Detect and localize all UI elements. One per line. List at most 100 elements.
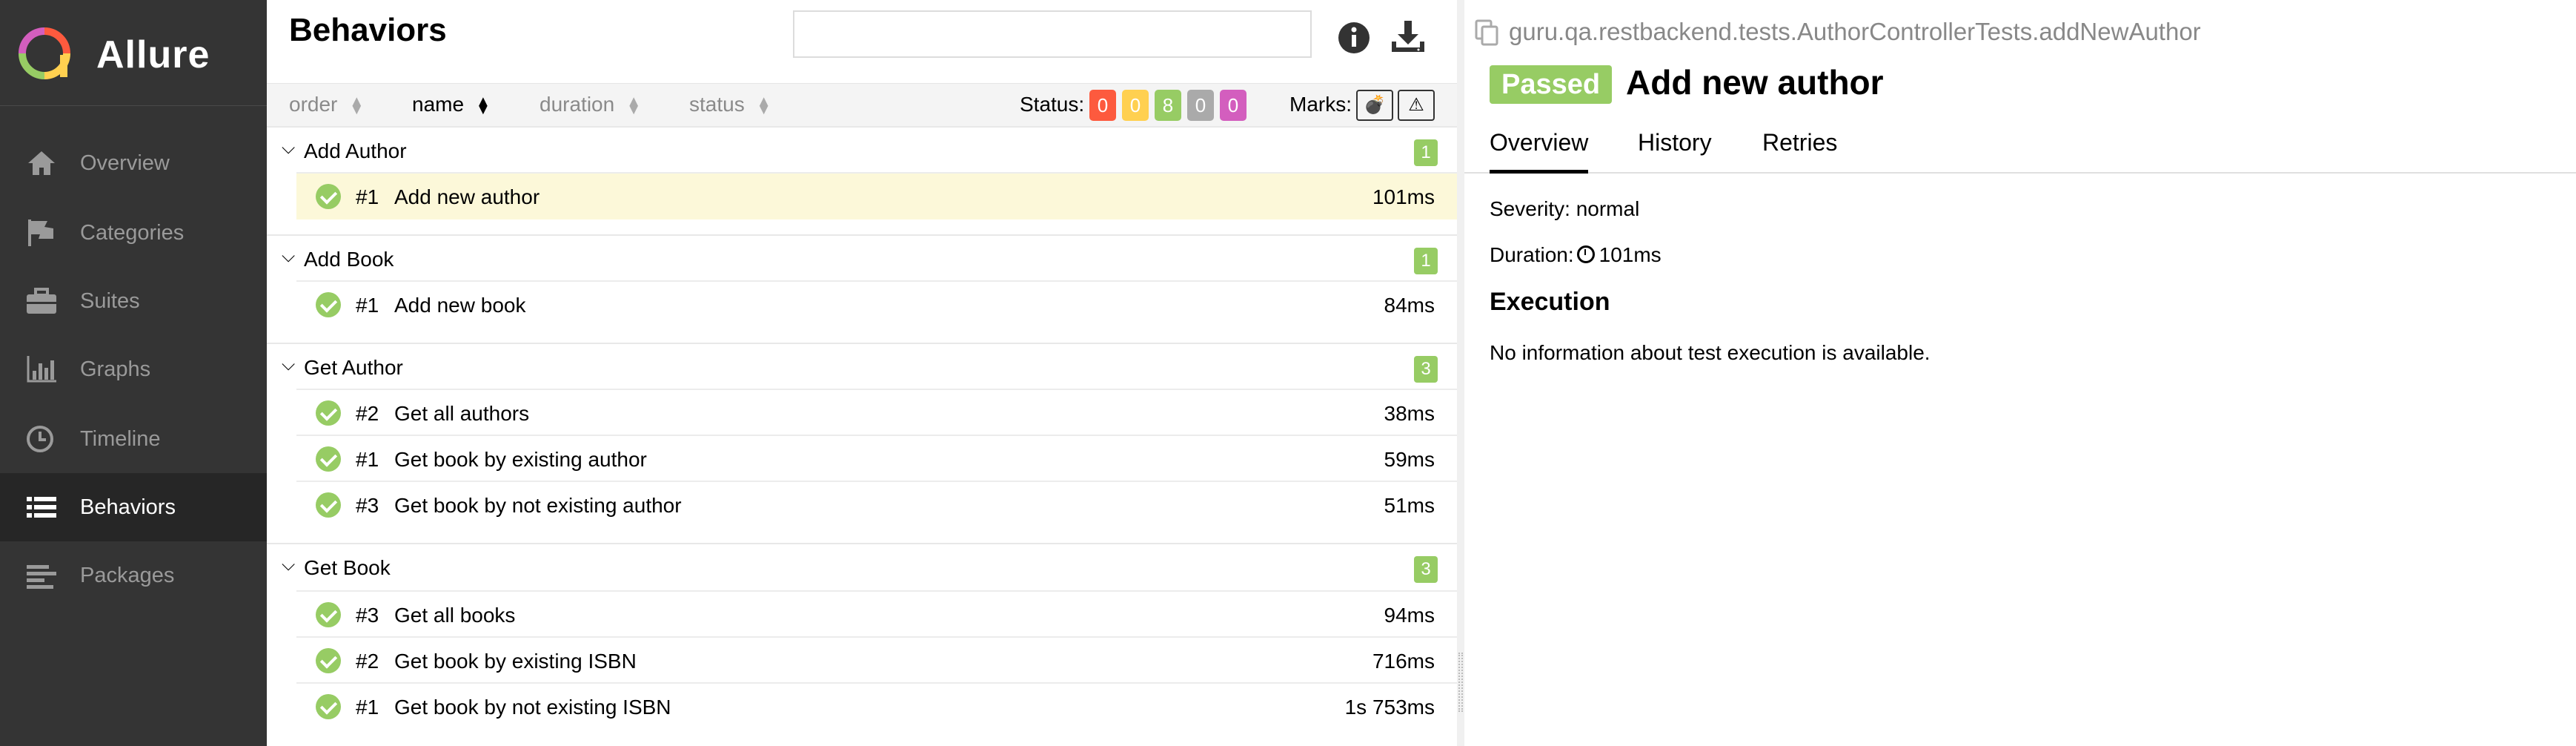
splitter-grip-icon[interactable] (1458, 653, 1463, 712)
brand-name: Allure (96, 33, 210, 76)
passed-icon (316, 292, 341, 317)
clock-icon (1576, 245, 1595, 263)
tab-overview[interactable]: Overview (1490, 129, 1589, 174)
tab-retries[interactable]: Retries (1762, 129, 1837, 170)
group-header[interactable]: ⌵ Add Author 1 (267, 126, 1457, 174)
test-name: Get book by not existing author (394, 494, 682, 517)
test-name: Add new book (394, 294, 526, 317)
chevron-down-icon: ⌵ (282, 555, 296, 575)
status-badge: Passed (1490, 65, 1613, 104)
test-order: #2 (356, 402, 379, 425)
sidebar: Allure Overview Categories Suites Graphs… (0, 0, 271, 746)
sort-by-duration[interactable]: duration ▲ ▼ (540, 93, 641, 118)
test-row[interactable]: #2 Get all authors 38ms (296, 389, 1457, 436)
chevron-down-icon: ⌵ (282, 246, 296, 266)
chevron-down-icon: ⌵ (282, 138, 296, 158)
sort-icon: ▲ ▼ (476, 93, 491, 118)
test-row[interactable]: #3 Get book by not existing author 51ms (296, 481, 1457, 528)
test-order: #1 (356, 448, 379, 471)
behaviors-pane: Behaviors order ▲ ▼ name ▲ ▼ duration ▲ ▼ stat… (267, 0, 1457, 746)
test-order: #2 (356, 650, 379, 673)
group-header[interactable]: ⌵ Get Author 3 (267, 343, 1457, 390)
test-duration: 716ms (1372, 650, 1435, 673)
download-icon[interactable] (1389, 18, 1427, 56)
search-input[interactable] (793, 10, 1312, 58)
detail-tabs: Overview History Retries (1464, 123, 2576, 174)
test-order: #3 (356, 604, 379, 627)
clock-icon (27, 426, 53, 452)
status-failed-count[interactable]: 0 (1089, 90, 1116, 121)
chevron-down-icon: ⌵ (282, 354, 296, 374)
flaky-mark-icon[interactable]: 💣 (1356, 90, 1393, 121)
test-name: Get all authors (394, 402, 530, 425)
passed-icon (316, 648, 341, 673)
passed-icon (316, 602, 341, 627)
sort-by-order[interactable]: order ▲ ▼ (289, 93, 364, 117)
duration-label: Duration: (1490, 243, 1574, 266)
test-row[interactable]: #1 Get book by not existing ISBN 1s 753m… (296, 682, 1457, 730)
sidebar-item-suites[interactable]: Suites (0, 267, 267, 335)
sidebar-item-overview[interactable]: Overview (0, 129, 267, 197)
execution-empty-text: No information about test execution is a… (1490, 341, 1931, 364)
test-detail-pane: guru.qa.restbackend.tests.AuthorControll… (1464, 0, 2576, 746)
execution-heading: Execution (1490, 288, 1610, 316)
sort-by-name[interactable]: name ▲ ▼ (412, 93, 491, 118)
group-name: Add Author (304, 139, 407, 162)
sidebar-item-graphs[interactable]: Graphs (0, 335, 267, 403)
test-name: Get book by not existing ISBN (394, 696, 671, 719)
home-icon (28, 151, 55, 175)
test-order: #1 (356, 294, 379, 317)
warning-mark-icon[interactable]: ⚠ (1398, 90, 1435, 121)
sort-bar: order ▲ ▼ name ▲ ▼ duration ▲ ▼ status ▲ ▼ Statu… (267, 83, 1457, 128)
list-icon (27, 497, 56, 518)
copy-icon[interactable] (1475, 19, 1498, 46)
test-order: #1 (356, 185, 379, 208)
test-row[interactable]: #3 Get all books 94ms (296, 590, 1457, 638)
test-row[interactable]: #1 Get book by existing author 59ms (296, 435, 1457, 482)
sidebar-item-label: Graphs (80, 357, 151, 381)
marks-filter-label: Marks: (1289, 93, 1352, 116)
sidebar-item-packages[interactable]: Packages (0, 541, 267, 610)
group-name: Get Book (304, 556, 391, 579)
brand[interactable]: Allure (0, 0, 267, 106)
group-name: Add Book (304, 248, 394, 271)
page-title: Behaviors (289, 12, 447, 48)
test-duration: 94ms (1384, 604, 1435, 627)
duration-row: Duration: 101ms (1490, 243, 1662, 267)
sidebar-item-categories[interactable]: Categories (0, 199, 267, 267)
sidebar-item-label: Overview (80, 151, 170, 175)
info-icon[interactable] (1337, 21, 1371, 55)
passed-icon (316, 694, 341, 719)
status-filter-label: Status: (1020, 93, 1085, 116)
status-skipped-count[interactable]: 0 (1187, 90, 1214, 121)
status-unknown-count[interactable]: 0 (1220, 90, 1246, 121)
test-name: Add new author (394, 185, 540, 208)
test-name: Get book by existing ISBN (394, 650, 637, 673)
severity-text: Severity: normal (1490, 197, 1640, 220)
bar-chart-icon (27, 356, 56, 383)
status-passed-count[interactable]: 8 (1155, 90, 1181, 121)
test-row[interactable]: #1 Add new author 101ms (296, 172, 1457, 219)
group-header[interactable]: ⌵ Get Book 3 (267, 543, 1457, 590)
sidebar-item-label: Timeline (80, 427, 161, 451)
test-row[interactable]: #2 Get book by existing ISBN 716ms (296, 636, 1457, 684)
test-title: Add new author (1626, 63, 1884, 102)
test-row[interactable]: #1 Add new book 84ms (296, 280, 1457, 328)
test-duration: 1s 753ms (1344, 696, 1435, 719)
sidebar-item-label: Packages (80, 564, 175, 587)
group-count-badge: 1 (1414, 248, 1438, 274)
sort-icon: ▲ ▼ (626, 93, 641, 118)
status-broken-count[interactable]: 0 (1122, 90, 1149, 121)
group-header[interactable]: ⌵ Add Book 1 (267, 234, 1457, 282)
group-count-badge: 3 (1414, 356, 1438, 383)
test-duration: 59ms (1384, 448, 1435, 471)
sidebar-item-timeline[interactable]: Timeline (0, 405, 267, 473)
test-duration: 38ms (1384, 402, 1435, 425)
test-order: #3 (356, 494, 379, 517)
tab-history[interactable]: History (1638, 129, 1712, 170)
sort-by-status[interactable]: status ▲ ▼ (689, 93, 771, 117)
sidebar-item-behaviors[interactable]: Behaviors (0, 473, 271, 541)
pane-splitter[interactable] (1457, 0, 1464, 746)
passed-icon (316, 184, 341, 209)
test-name: Get all books (394, 604, 516, 627)
